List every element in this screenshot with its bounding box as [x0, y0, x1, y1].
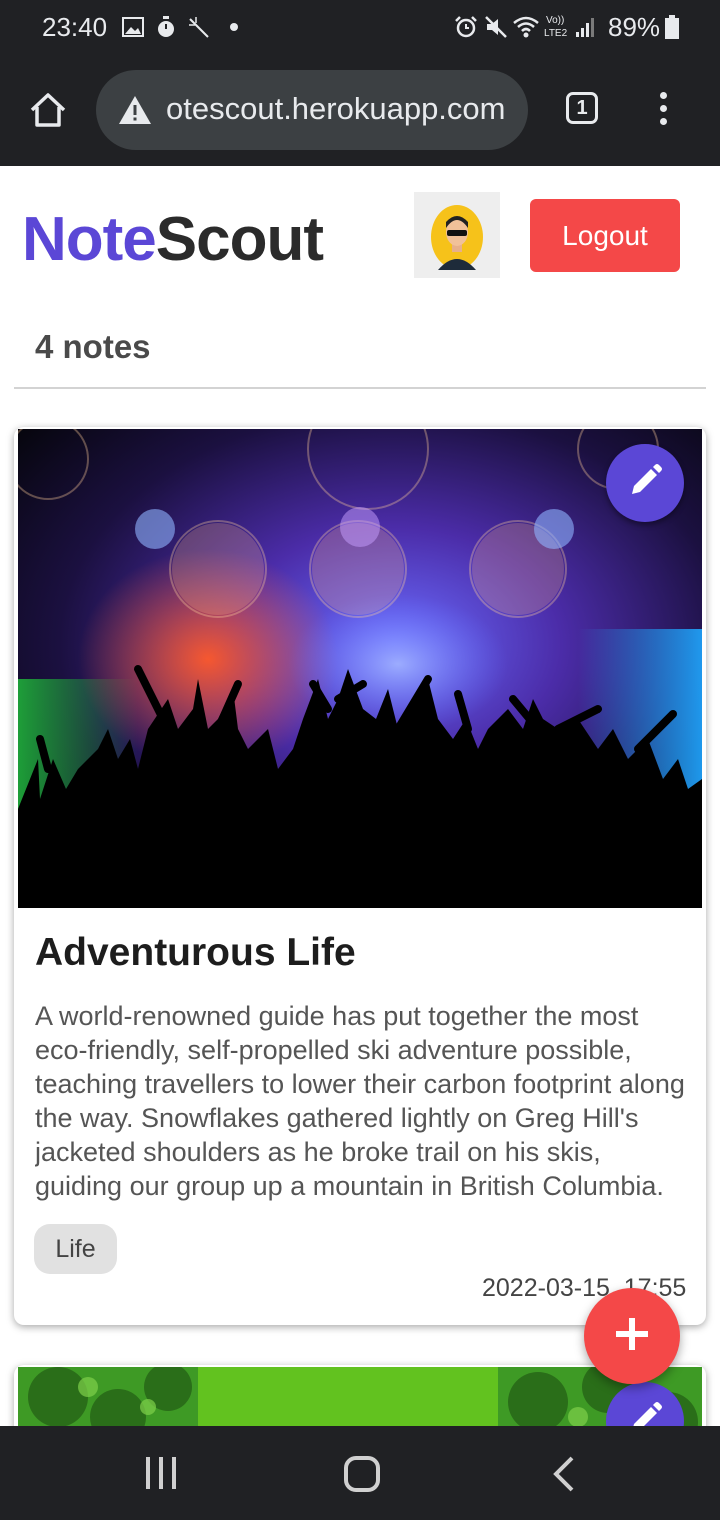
home-icon[interactable] — [28, 90, 68, 135]
url-text: otescout.herokuapp.com — [166, 91, 506, 126]
brand-scout: Scout — [155, 205, 324, 274]
tabs-icon[interactable]: 1 — [566, 92, 598, 124]
note-title: Adventurous Life — [35, 931, 356, 974]
signal-icon — [574, 14, 596, 40]
more-vert-icon[interactable] — [656, 92, 670, 132]
recent-apps-icon[interactable] — [143, 1456, 179, 1495]
back-icon[interactable] — [550, 1455, 578, 1498]
note-body: A world-renowned guide has put together … — [35, 1001, 685, 1201]
divider — [14, 387, 706, 389]
tab-count: 1 — [576, 96, 588, 119]
home-button-icon[interactable] — [343, 1455, 381, 1498]
image-icon — [122, 14, 144, 40]
battery-icon — [665, 14, 679, 40]
status-bar: 23:40 Vo)) LTE2 89% — [0, 0, 720, 56]
add-note-button[interactable] — [584, 1288, 680, 1384]
green-foliage-image — [18, 1365, 702, 1426]
magic-wand-icon — [186, 14, 210, 40]
plus-icon — [612, 1314, 652, 1359]
note-card[interactable]: Adventurous Life A world-renowned guide … — [14, 427, 706, 1325]
brand-note: Note — [22, 205, 157, 274]
address-bar[interactable]: otescout.herokuapp.com — [96, 70, 528, 150]
warning-icon[interactable] — [118, 94, 152, 131]
page-content: NoteScout Logout 4 notes Adventurous Lif… — [0, 166, 720, 1426]
volte-icon: Vo)) LTE2 — [544, 12, 572, 39]
note-tag[interactable]: Life — [34, 1224, 117, 1274]
alarm-icon — [454, 14, 478, 40]
browser-toolbar: otescout.herokuapp.com 1 — [0, 56, 720, 166]
pencil-icon — [627, 1401, 663, 1426]
brand-logo[interactable]: NoteScout — [22, 204, 324, 275]
concert-crowd-image — [14, 427, 702, 908]
edit-note-button[interactable] — [606, 444, 684, 522]
battery-percent: 89% — [608, 12, 661, 42]
notes-count: 4 notes — [35, 328, 151, 365]
dot-icon — [229, 14, 239, 40]
timer-icon — [156, 14, 176, 40]
system-nav-bar — [0, 1426, 720, 1520]
logout-button[interactable]: Logout — [530, 199, 680, 272]
status-time: 23:40 — [42, 12, 108, 42]
wifi-icon — [512, 14, 540, 40]
svg-text:LTE2: LTE2 — [544, 28, 568, 39]
avatar[interactable] — [414, 192, 500, 278]
svg-text:Vo)): Vo)) — [546, 15, 564, 26]
mute-icon — [484, 14, 508, 40]
pencil-icon — [627, 463, 663, 504]
